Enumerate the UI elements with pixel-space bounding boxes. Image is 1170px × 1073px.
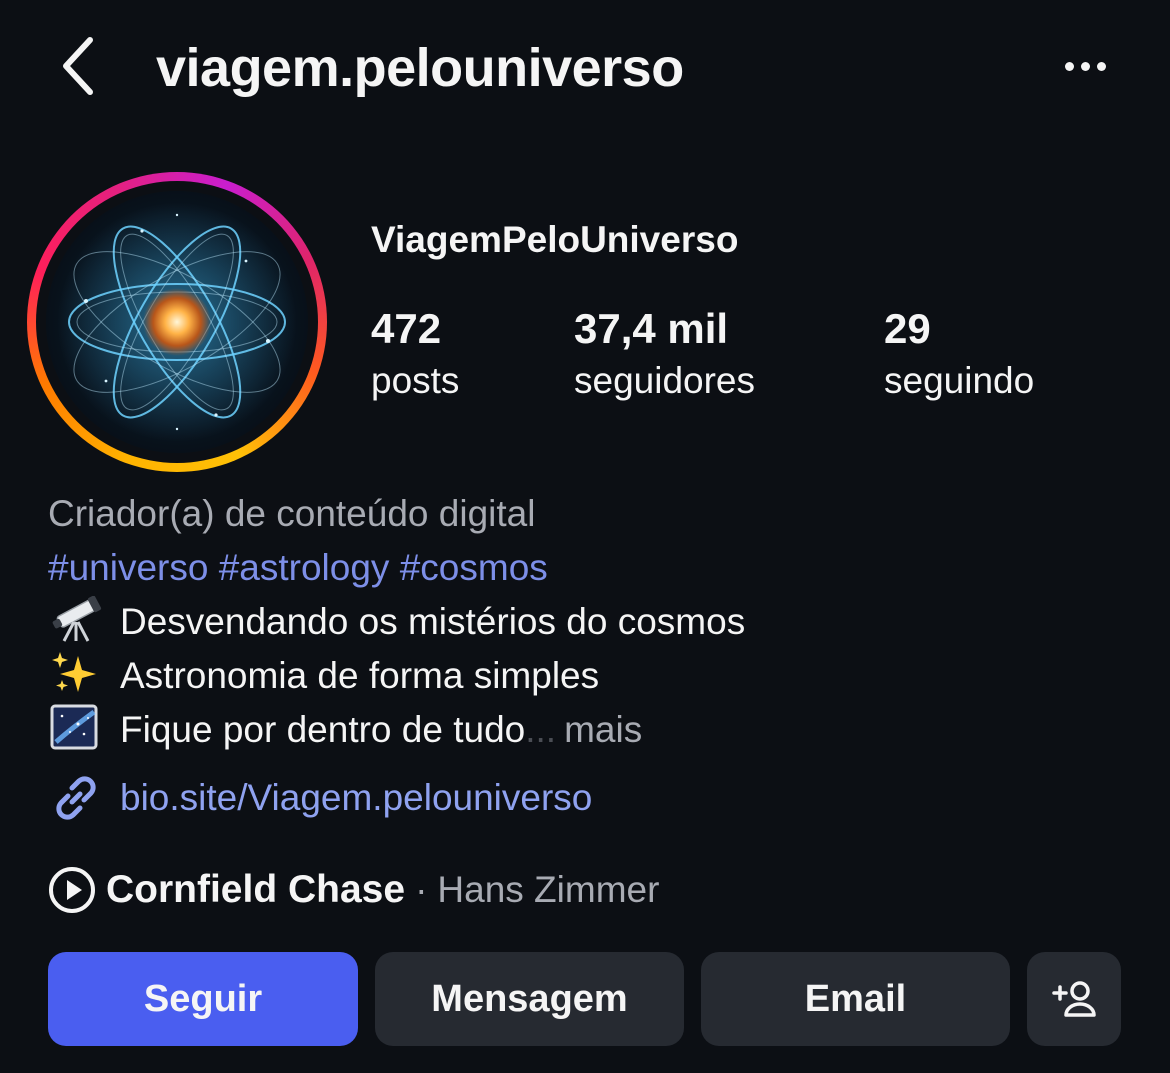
- stat-followers[interactable]: 37,4 mil seguidores: [574, 302, 755, 406]
- hashtag-cosmos[interactable]: #cosmos: [400, 547, 548, 588]
- bio-line: Fique por dentro de tudo... mais: [48, 703, 642, 757]
- stat-following-value: 29: [884, 305, 931, 352]
- stat-posts[interactable]: 472 posts: [371, 302, 459, 406]
- follow-button[interactable]: Seguir: [48, 952, 358, 1046]
- bio-line-text: Desvendando os mistérios do cosmos: [120, 601, 746, 642]
- email-button[interactable]: Email: [701, 952, 1010, 1046]
- avatar-story-ring[interactable]: [27, 172, 327, 472]
- more-dot: [1096, 61, 1106, 71]
- stat-posts-label: posts: [371, 360, 460, 401]
- hashtag-astrology[interactable]: #astrology: [219, 547, 390, 588]
- atom-galaxy-avatar: [57, 202, 297, 442]
- bio-link-text: bio.site/Viagem.pelouniverso: [120, 777, 593, 818]
- stat-followers-value: 37,4 mil: [574, 305, 729, 352]
- bio-line-text: Astronomia de forma simples: [120, 655, 600, 696]
- music-song-title: Cornfield Chase: [106, 868, 406, 911]
- bio-more-link[interactable]: mais: [564, 709, 642, 750]
- bio-line-text: Fique por dentro de tudo: [120, 709, 526, 750]
- more-options-button[interactable]: [1052, 46, 1118, 86]
- bio-line: Desvendando os mistérios do cosmos: [48, 595, 745, 649]
- suggested-users-button[interactable]: [1027, 952, 1121, 1046]
- more-dot: [1080, 61, 1090, 71]
- bio-ellipsis: ...: [525, 709, 557, 750]
- bio-line: Astronomia de forma simples: [48, 649, 599, 703]
- hashtag-universo[interactable]: #universo: [48, 547, 208, 588]
- bio-hashtags: #universo #astrology #cosmos: [48, 541, 548, 595]
- sparkles-icon: [48, 650, 104, 696]
- music-separator: ·: [415, 869, 428, 910]
- telescope-icon: [48, 596, 104, 642]
- bio-link[interactable]: bio.site/Viagem.pelouniverso: [48, 770, 592, 826]
- milky-way-icon: [48, 704, 104, 750]
- play-circle-icon: [49, 867, 95, 913]
- more-horizontal-icon: [1064, 61, 1074, 71]
- message-button[interactable]: Mensagem: [375, 952, 684, 1046]
- profile-music[interactable]: Cornfield Chase · Hans Zimmer: [48, 862, 659, 918]
- stat-following-label: seguindo: [884, 360, 1035, 401]
- link-icon: [56, 776, 96, 820]
- avatar: [46, 191, 308, 453]
- chevron-left-icon: [63, 37, 93, 95]
- page-title: viagem.pelouniverso: [156, 38, 684, 98]
- display-name: ViagemPeloUniverso: [371, 219, 739, 260]
- stat-posts-value: 472: [371, 305, 442, 352]
- add-user-icon: [1052, 981, 1096, 1017]
- stat-following[interactable]: 29 seguindo: [884, 302, 1034, 406]
- stat-followers-label: seguidores: [574, 360, 756, 401]
- music-artist: Hans Zimmer: [437, 869, 660, 910]
- back-button[interactable]: [58, 30, 118, 102]
- profile-category: Criador(a) de conteúdo digital: [48, 493, 536, 534]
